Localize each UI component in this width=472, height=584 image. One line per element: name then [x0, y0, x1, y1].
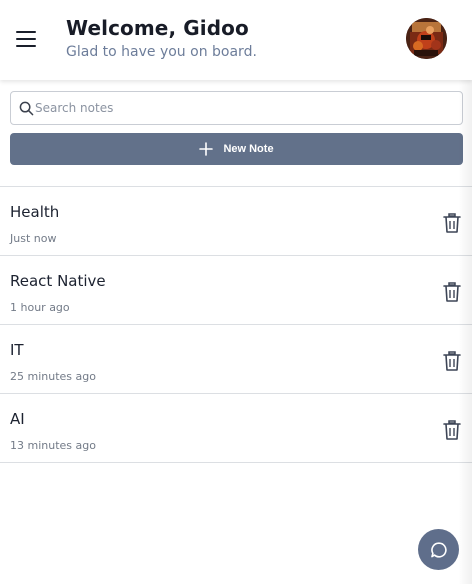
- trash-icon[interactable]: [443, 351, 461, 371]
- hamburger-menu-icon[interactable]: [14, 29, 38, 49]
- app-header: Welcome, Gidoo Glad to have you on board…: [0, 0, 472, 80]
- notes-list: Health Just now React Native 1 hour ago …: [0, 186, 472, 463]
- chat-button[interactable]: [418, 529, 459, 570]
- note-timestamp: 25 minutes ago: [10, 370, 96, 383]
- note-title: React Native: [10, 272, 106, 290]
- note-timestamp: 13 minutes ago: [10, 439, 96, 452]
- trash-icon[interactable]: [443, 282, 461, 302]
- note-title: IT: [10, 341, 24, 359]
- note-timestamp: 1 hour ago: [10, 301, 70, 314]
- trash-icon[interactable]: [443, 420, 461, 440]
- note-title: AI: [10, 410, 25, 428]
- note-item[interactable]: IT 25 minutes ago: [0, 325, 472, 394]
- welcome-subtitle: Glad to have you on board.: [66, 44, 257, 60]
- note-timestamp: Just now: [10, 232, 57, 245]
- new-note-button[interactable]: New Note: [10, 133, 463, 165]
- new-note-label: New Note: [223, 143, 274, 155]
- note-item[interactable]: Health Just now: [0, 187, 472, 256]
- plus-icon: [199, 142, 214, 156]
- trash-icon[interactable]: [443, 213, 461, 233]
- note-item[interactable]: AI 13 minutes ago: [0, 394, 472, 463]
- welcome-title: Welcome, Gidoo: [66, 16, 249, 40]
- search-field[interactable]: [10, 91, 463, 125]
- search-input[interactable]: [11, 92, 462, 124]
- note-title: Health: [10, 203, 60, 221]
- note-item[interactable]: React Native 1 hour ago: [0, 256, 472, 325]
- chat-bubble-icon: [430, 541, 447, 558]
- avatar[interactable]: [406, 18, 447, 59]
- search-icon: [19, 101, 34, 116]
